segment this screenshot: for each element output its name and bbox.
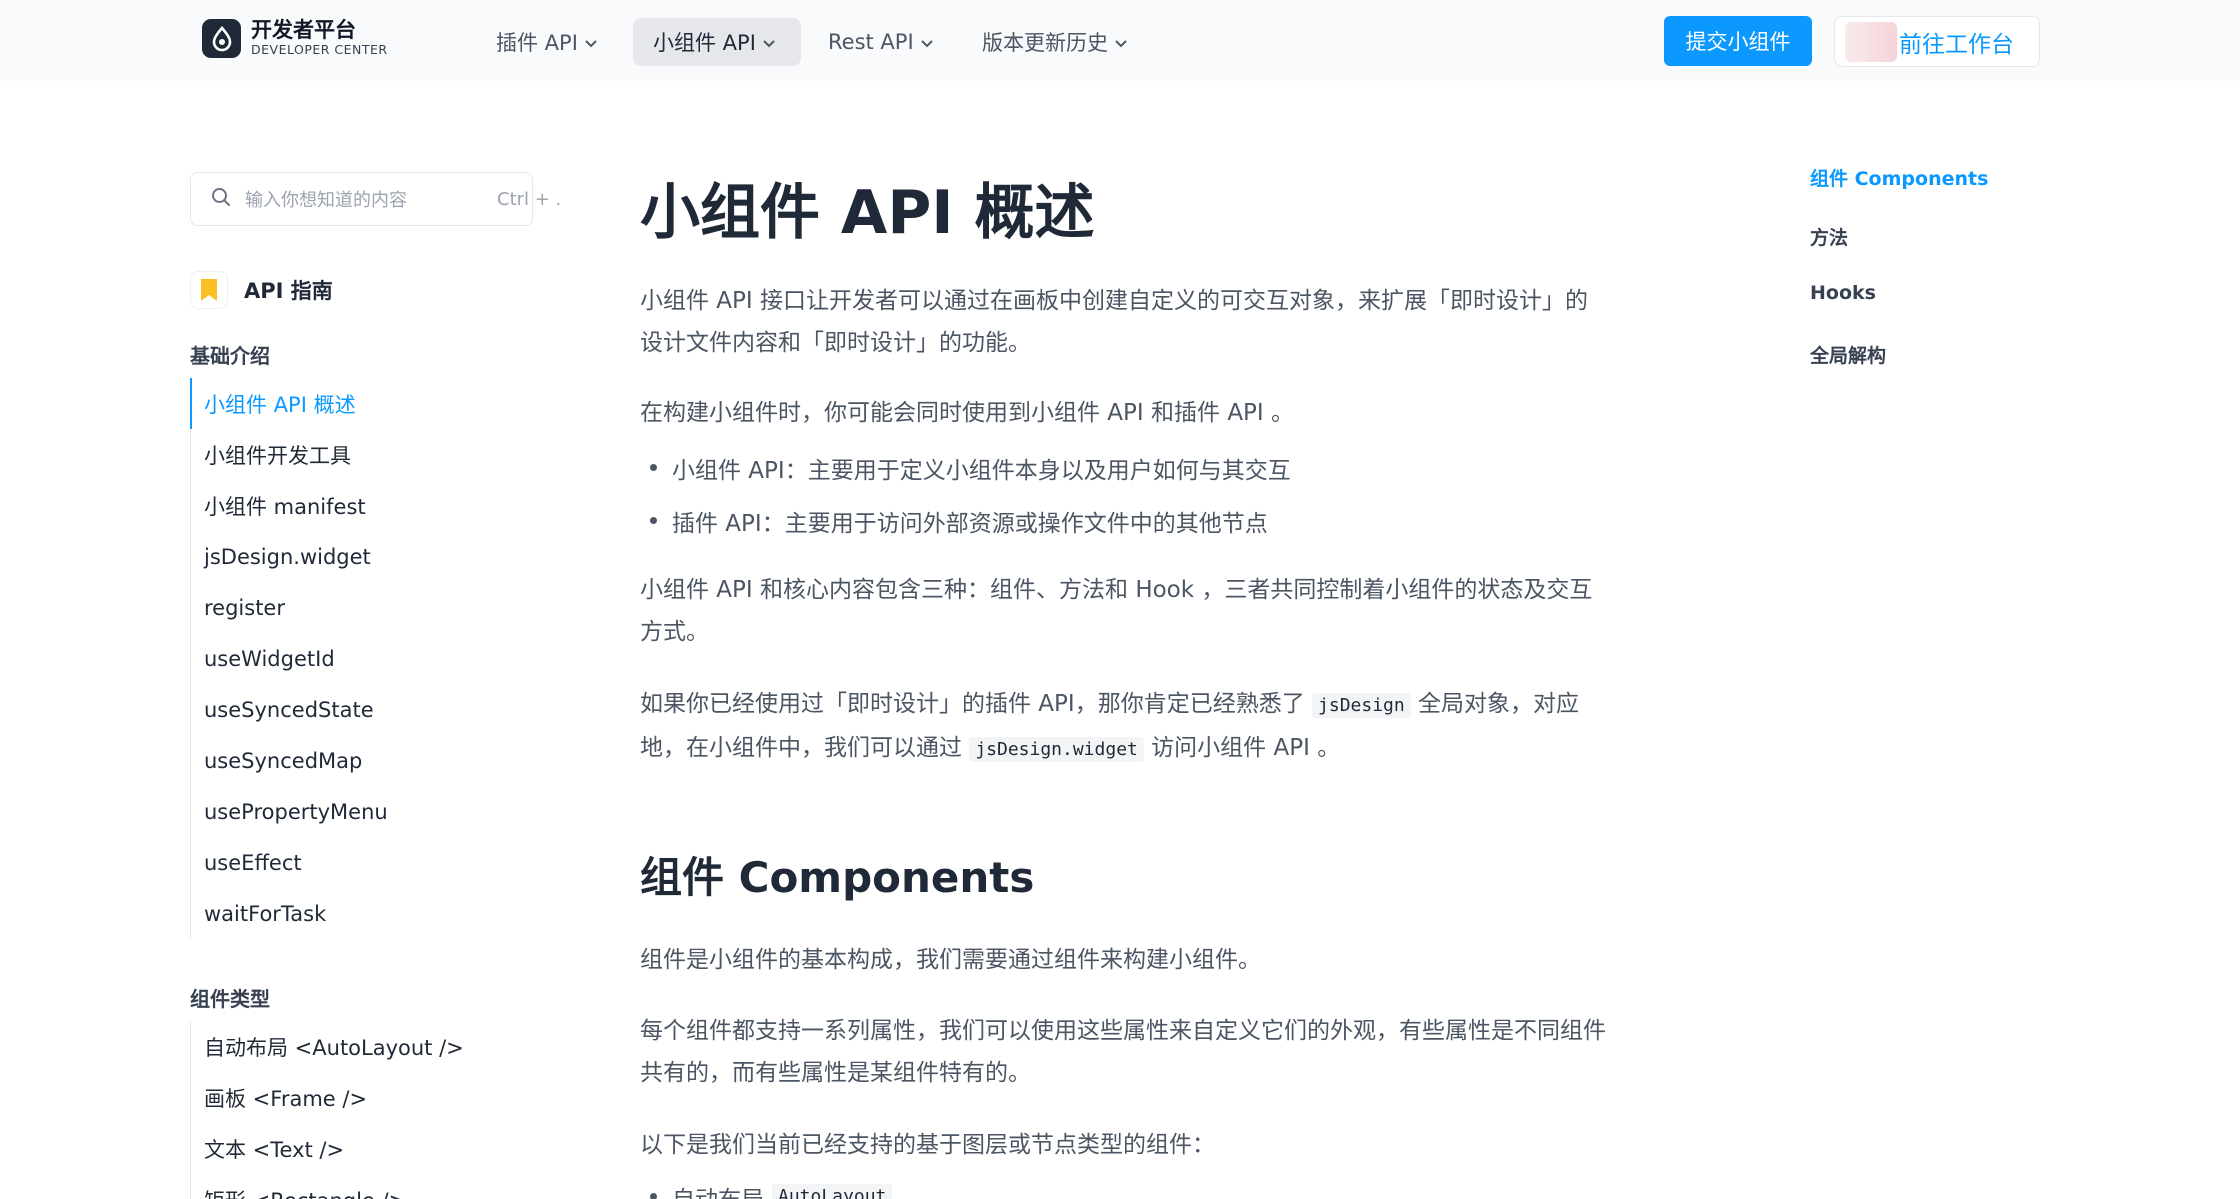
chevron-down-icon <box>762 30 776 54</box>
search-placeholder: 输入你想知道的内容 <box>245 190 407 211</box>
api-guide-label: API 指南 <box>244 279 333 303</box>
logo-subtitle: DEVELOPER CENTER <box>251 42 388 57</box>
logo-title: 开发者平台 <box>251 18 356 42</box>
chevron-down-icon <box>584 30 598 54</box>
sidebar-item-autolayout[interactable]: 自动布局 <AutoLayout /> <box>191 1021 520 1072</box>
paragraph-core: 小组件 API 和核心内容包含三种：组件、方法和 Hook ，三者共同控制着小组… <box>640 577 1593 645</box>
nav-label: 插件 API <box>496 31 578 55</box>
workspace-label: 前往工作台 <box>1899 31 2014 58</box>
list-item: 自动布局 AutoLayout <box>640 1170 1610 1199</box>
nav-plugin-api[interactable]: 插件 API <box>476 18 618 66</box>
bullet-dot <box>650 464 657 471</box>
table-of-contents: 组件 Components 方法 Hooks 全局解构 <box>1810 164 1988 400</box>
nav-widget-api[interactable]: 小组件 API <box>633 18 801 66</box>
search-input[interactable]: 输入你想知道的内容 Ctrl + . <box>190 172 561 226</box>
bullet-list-components: 自动布局 AutoLayout <box>640 1170 1610 1199</box>
list-item-text: 小组件 API：主要用于定义小组件本身以及用户如何与其交互 <box>672 457 1291 484</box>
top-header: 开发者平台 DEVELOPER CENTER 插件 API 小组件 API Re… <box>0 0 2240 81</box>
sidebar-item-text[interactable]: 文本 <Text /> <box>191 1123 520 1174</box>
paragraph-text: 如果你已经使用过「即时设计」的插件 API，那你肯定已经熟悉了 <box>640 691 1313 717</box>
sidebar-item-jsdesign-widget[interactable]: jsDesign.widget <box>191 531 520 582</box>
nav-rest-api[interactable]: Rest API <box>808 18 954 66</box>
list-item: 插件 API：主要用于访问外部资源或操作文件中的其他节点 <box>640 494 1610 547</box>
sidebar-item-use-synced-state[interactable]: useSyncedState <box>191 684 520 735</box>
avatar <box>1845 21 1897 62</box>
paragraph-global-object: 如果你已经使用过「即时设计」的插件 API，那你肯定已经熟悉了 jsDesign… <box>640 683 1610 771</box>
paragraph-usage: 在构建小组件时，你可能会同时使用到小组件 API 和插件 API 。 <box>640 400 1295 426</box>
group-title-component-types: 组件类型 <box>190 987 270 1011</box>
list-item: 小组件 API：主要用于定义小组件本身以及用户如何与其交互 <box>640 441 1610 494</box>
sidebar-item-widget-manifest[interactable]: 小组件 manifest <box>191 480 520 531</box>
bullet-list-apis: 小组件 API：主要用于定义小组件本身以及用户如何与其交互 插件 API：主要用… <box>640 441 1610 547</box>
sidebar-item-use-property-menu[interactable]: usePropertyMenu <box>191 786 520 837</box>
sidebar-item-use-synced-map[interactable]: useSyncedMap <box>191 735 520 786</box>
sidebar-item-rectangle[interactable]: 矩形 <Rectangle /> <box>191 1174 520 1199</box>
paragraph-text: 访问小组件 API 。 <box>1143 735 1341 761</box>
toc-item-methods[interactable]: 方法 <box>1810 223 1988 282</box>
chevron-down-icon <box>920 30 934 54</box>
paragraph-components-intro: 组件是小组件的基本构成，我们需要通过组件来构建小组件。 <box>640 947 1261 973</box>
list-item-text: 自动布局 <box>672 1180 764 1199</box>
search-icon <box>211 187 231 211</box>
toc-item-global-destructuring[interactable]: 全局解构 <box>1810 341 1988 400</box>
sidebar-item-widget-dev-tools[interactable]: 小组件开发工具 <box>191 429 520 480</box>
sidebar-item-widget-api-overview[interactable]: 小组件 API 概述 <box>190 378 520 429</box>
list-item-text: 插件 API：主要用于访问外部资源或操作文件中的其他节点 <box>672 510 1268 537</box>
page-title: 小组件 API 概述 <box>640 178 1095 248</box>
group-title-basics: 基础介绍 <box>190 344 270 368</box>
nav-label: Rest API <box>828 30 914 54</box>
nav-label: 小组件 API <box>653 31 756 55</box>
logo-icon <box>202 19 241 58</box>
bookmark-icon <box>190 271 228 309</box>
sidebar-item-use-widget-id[interactable]: useWidgetId <box>191 633 520 684</box>
api-guide-section[interactable]: API 指南 <box>190 271 333 309</box>
sidebar-list-basics: 小组件 API 概述 小组件开发工具 小组件 manifest jsDesign… <box>190 378 520 939</box>
code-jsdesign-widget: jsDesign.widget <box>969 737 1144 762</box>
code-autolayout: AutoLayout <box>772 1184 893 1199</box>
bullet-dot <box>650 517 657 524</box>
sidebar-list-component-types: 自动布局 <AutoLayout /> 画板 <Frame /> 文本 <Tex… <box>190 1021 520 1199</box>
toc-item-components[interactable]: 组件 Components <box>1810 164 1988 223</box>
paragraph-supported-components: 以下是我们当前已经支持的基于图层或节点类型的组件： <box>640 1132 1215 1158</box>
submit-widget-button[interactable]: 提交小组件 <box>1664 16 1812 66</box>
section-heading-components: 组件 Components <box>640 853 1035 902</box>
bullet-dot <box>650 1193 657 1199</box>
nav-label: 版本更新历史 <box>982 31 1108 55</box>
search-shortcut: Ctrl + . <box>497 189 562 210</box>
logo[interactable]: 开发者平台 DEVELOPER CENTER <box>202 19 388 58</box>
intro-paragraph: 小组件 API 接口让开发者可以通过在画板中创建自定义的可交互对象，来扩展「即时… <box>640 288 1589 356</box>
sidebar-item-register[interactable]: register <box>191 582 520 633</box>
sidebar-item-frame[interactable]: 画板 <Frame /> <box>191 1072 520 1123</box>
code-jsdesign: jsDesign <box>1312 693 1411 718</box>
sidebar-item-wait-for-task[interactable]: waitForTask <box>191 888 520 939</box>
go-to-workspace-button[interactable]: 前往工作台 <box>1834 16 2040 67</box>
paragraph-component-props: 每个组件都支持一系列属性，我们可以使用这些属性来自定义它们的外观，有些属性是不同… <box>640 1018 1606 1086</box>
chevron-down-icon <box>1114 30 1128 54</box>
toc-item-hooks[interactable]: Hooks <box>1810 282 1988 341</box>
sidebar-item-use-effect[interactable]: useEffect <box>191 837 520 888</box>
nav-changelog[interactable]: 版本更新历史 <box>962 18 1148 66</box>
